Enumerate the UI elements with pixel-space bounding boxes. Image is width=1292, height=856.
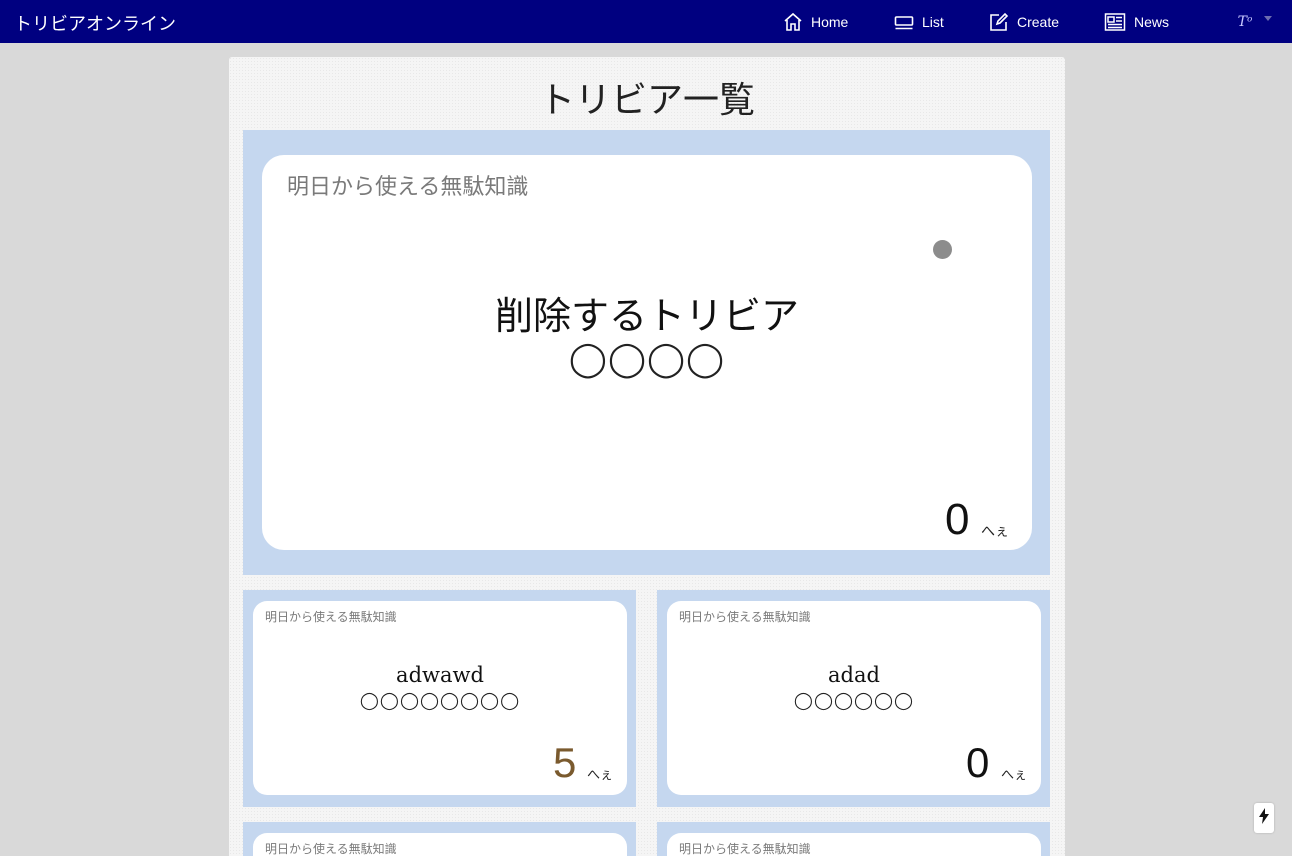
card-title: adwawd — [396, 663, 484, 687]
list-icon — [894, 12, 914, 32]
status-dot-icon[interactable] — [933, 240, 952, 259]
nav-create[interactable]: Create — [989, 0, 1059, 43]
user-avatar[interactable]: Tᵒ — [1232, 9, 1258, 35]
hee-unit: へぇ — [1001, 768, 1028, 783]
edit-icon — [989, 12, 1009, 32]
card-answer-mask: ◯◯◯◯◯◯◯◯ — [359, 691, 521, 711]
card-category-label: 明日から使える無駄知識 — [265, 842, 397, 856]
nav-news[interactable]: News — [1104, 0, 1169, 43]
nav-create-label: Create — [1017, 13, 1060, 30]
hee-count: 5 — [553, 739, 577, 786]
top-navbar: トリビアオンライン Home List Create News Tᵒ — [0, 0, 1292, 43]
trivia-card[interactable]: 明日から使える無駄知識 adad ◯◯◯◯◯◯ 0 へぇ — [667, 601, 1041, 795]
hee-unit: へぇ — [587, 768, 614, 783]
nav-home-label: Home — [811, 13, 849, 30]
hee-unit: へぇ — [981, 524, 1009, 540]
nav-list[interactable]: List — [894, 0, 944, 43]
trivia-card[interactable]: 明日から使える無駄知識 — [667, 833, 1041, 856]
bolt-icon — [1259, 808, 1269, 828]
trivia-card-frame[interactable]: 明日から使える無駄知識 adad ◯◯◯◯◯◯ 0 へぇ — [657, 590, 1050, 807]
newspaper-icon — [1104, 12, 1126, 32]
chevron-down-icon[interactable] — [1264, 16, 1272, 21]
main-panel: トリビア一覧 明日から使える無駄知識 削除するトリビア ◯◯◯◯ 0 へぇ 明日… — [229, 57, 1065, 856]
card-answer-mask: ◯◯◯◯ — [568, 339, 726, 379]
trivia-card-frame[interactable]: 明日から使える無駄知識 — [657, 822, 1050, 856]
nav-list-label: List — [922, 13, 944, 30]
featured-card[interactable]: 明日から使える無駄知識 削除するトリビア ◯◯◯◯ 0 へぇ — [262, 155, 1032, 550]
trivia-card[interactable]: 明日から使える無駄知識 — [253, 833, 627, 856]
trivia-card-frame[interactable]: 明日から使える無駄知識 adwawd ◯◯◯◯◯◯◯◯ 5 へぇ — [243, 590, 636, 807]
card-title: 削除するトリビア — [494, 294, 799, 338]
trivia-card[interactable]: 明日から使える無駄知識 adwawd ◯◯◯◯◯◯◯◯ 5 へぇ — [253, 601, 627, 795]
featured-card-frame[interactable]: 明日から使える無駄知識 削除するトリビア ◯◯◯◯ 0 へぇ — [243, 130, 1050, 575]
nav-home[interactable]: Home — [783, 0, 848, 43]
card-category-label: 明日から使える無駄知識 — [679, 610, 811, 624]
trivia-card-frame[interactable]: 明日から使える無駄知識 — [243, 822, 636, 856]
hee-count: 0 — [966, 739, 990, 786]
card-category-label: 明日から使える無駄知識 — [679, 842, 811, 856]
card-category-label: 明日から使える無駄知識 — [265, 610, 397, 624]
bolt-button[interactable] — [1254, 803, 1274, 833]
page-title: トリビア一覧 — [538, 80, 755, 121]
home-icon — [783, 12, 803, 32]
card-answer-mask: ◯◯◯◯◯◯ — [793, 691, 915, 711]
nav-news-label: News — [1134, 13, 1170, 30]
brand-logo[interactable]: トリビアオンライン — [14, 10, 176, 36]
card-category-label: 明日から使える無駄知識 — [287, 175, 529, 200]
hee-count: 0 — [945, 495, 970, 544]
card-title: adad — [828, 663, 880, 687]
